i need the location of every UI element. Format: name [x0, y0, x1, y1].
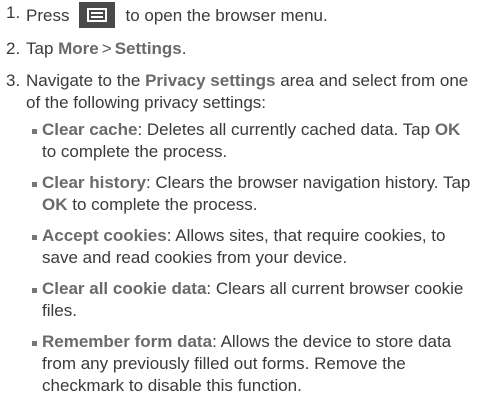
list-item: Clear cache: Deletes all currently cache…: [32, 119, 474, 163]
step-text-post: to open the browser menu.: [125, 6, 328, 25]
step-number: 2.: [6, 39, 21, 58]
chevron-right-icon: >: [101, 39, 112, 58]
step-text: Press to open the browser menu.: [26, 2, 474, 28]
privacy-settings-list: Clear cache: Deletes all currently cache…: [26, 119, 474, 397]
step-number: 1.: [6, 3, 21, 22]
privacy-settings-label: Privacy settings: [145, 71, 276, 90]
bullet-icon: [32, 331, 42, 353]
bullet-icon: [32, 225, 42, 247]
setting-description: Clear cache: Deletes all currently cache…: [42, 120, 461, 161]
setting-description: Remember form data: Allows the device to…: [42, 332, 452, 395]
step-text-pre: Tap: [26, 39, 59, 58]
step-number: 3.: [6, 71, 21, 90]
setting-name: Clear cache: [42, 120, 138, 139]
instructions-page: 1. Press to open the browser menu. 2. Tap…: [0, 0, 484, 420]
step-text-post: .: [181, 39, 187, 58]
setting-name: Accept cookies: [42, 226, 167, 245]
list-item: Remember form data: Allows the device to…: [32, 331, 474, 397]
setting-description: Accept cookies: Allows sites, that requi…: [42, 226, 446, 267]
step-text-pre: Navigate to the: [26, 71, 146, 90]
ok-label: OK: [42, 195, 68, 214]
step-3: 3. Navigate to the Privacy settings area…: [6, 70, 474, 406]
ok-label: OK: [434, 120, 461, 139]
settings-label: Settings: [114, 39, 182, 58]
bullet-icon: [32, 172, 42, 194]
bullet-icon: [32, 119, 42, 141]
setting-name: Clear history: [42, 173, 146, 192]
list-item: Accept cookies: Allows sites, that requi…: [32, 225, 474, 269]
setting-name: Clear all cookie data: [42, 279, 207, 298]
setting-description: Clear history: Clears the browser naviga…: [42, 173, 471, 214]
setting-name: Remember form data: [42, 332, 213, 351]
more-label: More: [58, 39, 99, 58]
step-2: 2. Tap More > Settings.: [6, 38, 474, 60]
setting-description: Clear all cookie data: Clears all curren…: [42, 279, 464, 320]
list-item: Clear history: Clears the browser naviga…: [32, 172, 474, 216]
step-1: 1. Press to open the browser menu.: [6, 2, 474, 28]
step-text: Navigate to the Privacy settings area an…: [26, 70, 474, 406]
menu-icon: [79, 2, 116, 28]
bullet-icon: [32, 278, 42, 300]
list-item: Clear all cookie data: Clears all curren…: [32, 278, 474, 322]
step-text: Tap More > Settings.: [26, 38, 474, 60]
step-text-pre: Press: [26, 6, 70, 25]
